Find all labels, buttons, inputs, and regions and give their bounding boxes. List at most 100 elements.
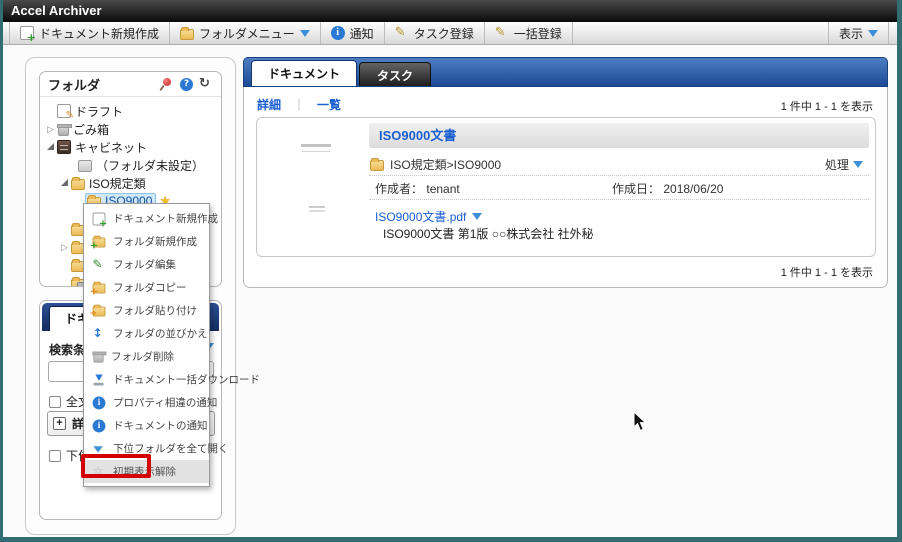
folder-panel-header: フォルダ: [40, 72, 221, 97]
menu-item-3[interactable]: フォルダ編集: [84, 253, 209, 276]
process-menu-button[interactable]: 処理: [825, 156, 863, 173]
refresh-icon[interactable]: [199, 77, 213, 91]
file-description: ISO9000文書 第1版 ○○株式会社 社外秘: [383, 225, 594, 242]
toolbar-spacer: [573, 22, 828, 44]
subfolder-checkbox[interactable]: [49, 450, 61, 462]
pin-icon[interactable]: [160, 77, 174, 91]
menu-item-12[interactable]: 初期表示解除: [84, 460, 209, 483]
window-title: Accel Archiver: [3, 0, 897, 22]
folder-copy-icon: [93, 283, 106, 293]
menu-item-10[interactable]: ドキュメントの通知: [84, 414, 209, 437]
expand-arrow-icon[interactable]: [58, 238, 71, 256]
main-tab-bar: ドキュメントタスク: [243, 57, 888, 87]
toolbar-button-2[interactable]: フォルダメニュー: [170, 22, 321, 44]
tree-item-label: ISO規定類: [89, 175, 146, 192]
toolbar-display-button[interactable]: 表示: [828, 22, 889, 44]
tree-item[interactable]: （フォルダ未設定）: [40, 156, 221, 174]
expand-plus-icon: +: [53, 417, 66, 430]
created-date-label: 作成日：: [612, 182, 660, 196]
folder-panel-title: フォルダ: [48, 75, 154, 94]
doc-new-icon: [20, 26, 34, 40]
menu-item-2[interactable]: フォルダ新規作成: [84, 230, 209, 253]
dropdown-caret-icon: [868, 30, 878, 37]
menu-item-1[interactable]: ドキュメント新規作成: [84, 207, 209, 230]
result-count-top: 1 件中 1 - 1 を表示: [781, 98, 873, 114]
tree-item-label: キャビネット: [75, 139, 147, 156]
menu-item-label: プロパティ相違の通知: [113, 395, 217, 410]
folder-icon: [370, 160, 384, 171]
document-thumbnail: [301, 144, 331, 147]
menu-item-8[interactable]: ドキュメント一括ダウンロード: [84, 368, 209, 391]
star-outline-icon: [93, 465, 106, 478]
file-link[interactable]: ISO9000文書.pdf: [375, 208, 466, 225]
menu-item-5[interactable]: フォルダ貼り付け: [84, 299, 209, 322]
view-link-separator: ｜: [293, 96, 305, 113]
trash-icon: [58, 126, 69, 136]
folder-new-icon: [93, 237, 106, 247]
result-count-bottom: 1 件中 1 - 1 を表示: [781, 264, 873, 280]
tab-task[interactable]: タスク: [359, 62, 431, 86]
file-menu-caret-icon[interactable]: [472, 213, 482, 220]
view-links: 詳細 ｜ 一覧: [257, 96, 341, 113]
tri-open-icon: [93, 442, 106, 455]
toolbar-button-4[interactable]: タスク登録: [385, 22, 485, 44]
creator-field: 作成者： tenant: [375, 180, 460, 197]
download-icon: [93, 373, 106, 386]
toolbar-button-3[interactable]: 通知: [321, 22, 385, 44]
menu-item-label: ドキュメント新規作成: [113, 211, 218, 226]
menu-item-label: ドキュメント一括ダウンロード: [113, 372, 260, 387]
menu-item-label: フォルダ新規作成: [113, 234, 197, 249]
document-folder-path: ISO規定類>ISO9000: [390, 156, 501, 173]
tree-item[interactable]: ドラフト: [40, 102, 221, 120]
file-row: ISO9000文書.pdf: [375, 208, 482, 225]
collapse-arrow-icon[interactable]: [58, 174, 71, 192]
creator-value: tenant: [426, 182, 459, 196]
document-card: ISO9000文書 ISO規定類>ISO9000 処理 作成者： tenant …: [256, 117, 876, 257]
toolbar-button-label: 一括登録: [514, 25, 562, 42]
menu-item-label: 初期表示解除: [113, 464, 176, 479]
menu-item-7[interactable]: フォルダ削除: [84, 345, 209, 368]
fulltext-checkbox[interactable]: [49, 396, 61, 408]
created-date-field: 作成日： 2018/06/20: [612, 180, 723, 197]
folder-grey-icon: [78, 160, 92, 172]
trash-icon: [93, 353, 103, 362]
document-title-link[interactable]: ISO9000文書: [369, 123, 869, 148]
info-icon: [93, 419, 106, 432]
cabinet-icon: [57, 140, 71, 154]
pencil-green-icon: [93, 258, 106, 271]
tree-item[interactable]: ISO規定類: [40, 174, 221, 192]
detail-view-link[interactable]: 詳細: [257, 96, 281, 113]
doc-new-icon: [93, 212, 106, 225]
pencil-icon: [395, 26, 409, 40]
tree-item-label: ごみ箱: [73, 121, 109, 138]
expand-arrow-icon[interactable]: [44, 120, 57, 138]
toolbar-button-1[interactable]: ドキュメント新規作成: [9, 22, 170, 44]
toolbar-display-label: 表示: [839, 25, 863, 42]
tree-item[interactable]: ごみ箱: [40, 120, 221, 138]
divider: [369, 175, 869, 176]
menu-item-9[interactable]: プロパティ相違の通知: [84, 391, 209, 414]
tab-document[interactable]: ドキュメント: [251, 60, 357, 86]
dropdown-caret-icon: [300, 30, 310, 37]
toolbar-button-5[interactable]: 一括登録: [485, 22, 573, 44]
menu-item-11[interactable]: 下位フォルダを全て開く: [84, 437, 209, 460]
menu-item-4[interactable]: フォルダコピー: [84, 276, 209, 299]
menu-item-label: ドキュメントの通知: [113, 418, 208, 433]
help-icon[interactable]: [180, 78, 193, 91]
app-window: Accel Archiver ドキュメント新規作成 フォルダメニュー 通知タスク登録…: [3, 0, 897, 537]
info-icon: [93, 396, 106, 409]
menu-item-label: フォルダの並びかえ: [113, 326, 208, 341]
toolbar-button-label: フォルダメニュー: [199, 25, 295, 42]
mouse-cursor: [633, 411, 647, 432]
folder-context-menu: ドキュメント新規作成フォルダ新規作成フォルダ編集フォルダコピーフォルダ貼り付けフ…: [83, 203, 210, 487]
process-caret-icon: [853, 161, 863, 168]
collapse-arrow-icon[interactable]: [44, 138, 57, 156]
tree-item[interactable]: キャビネット: [40, 138, 221, 156]
draft-icon: [57, 104, 71, 118]
list-view-link[interactable]: 一覧: [317, 96, 341, 113]
menu-item-label: 下位フォルダを全て開く: [113, 441, 229, 456]
folder-paste-icon: [93, 306, 106, 316]
document-list-panel: 詳細 ｜ 一覧 1 件中 1 - 1 を表示 ISO9000文書 ISO規定類>…: [243, 87, 888, 288]
menu-item-6[interactable]: フォルダの並びかえ: [84, 322, 209, 345]
process-label: 処理: [825, 156, 849, 173]
